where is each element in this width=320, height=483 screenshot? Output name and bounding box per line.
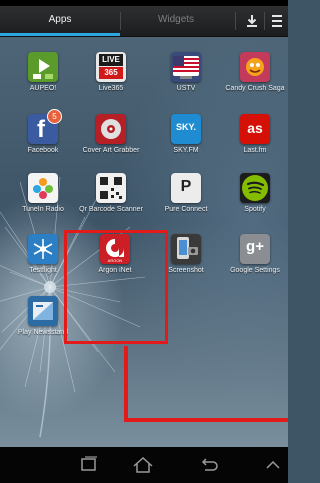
back-icon xyxy=(201,458,218,471)
app-label: AUPEO! xyxy=(29,85,57,92)
chevron-up-icon xyxy=(266,460,280,469)
active-tab-indicator xyxy=(0,33,120,36)
skyfm-icon: SKY. xyxy=(171,114,201,144)
spotify-icon xyxy=(240,173,270,203)
live365-logo-top: LIVE xyxy=(99,54,123,66)
app-label: SKY.FM xyxy=(173,147,199,154)
skyfm-logo: SKY. xyxy=(175,122,196,132)
lastfm-logo: as xyxy=(247,120,263,136)
testflight-icon xyxy=(28,234,58,264)
app-label: Live365 xyxy=(98,85,124,92)
candy-crush-icon xyxy=(240,52,270,82)
app-label: Cover Art Grabber xyxy=(82,147,140,154)
expand-button[interactable] xyxy=(258,453,288,477)
highlight-box xyxy=(64,230,168,344)
screenshot-icon xyxy=(171,234,201,264)
app-pure-connect[interactable]: P Pure Connect xyxy=(153,173,219,214)
menu-icon xyxy=(272,15,282,27)
app-google-settings[interactable]: g+ Google Settings xyxy=(222,234,288,275)
app-label: USTV xyxy=(176,85,196,92)
app-skyfm[interactable]: SKY. SKY.FM xyxy=(153,114,219,155)
facebook-icon: f 5 xyxy=(28,109,62,144)
app-facebook[interactable]: f 5 Facebook xyxy=(10,109,76,155)
app-aupeo[interactable]: AUPEO! xyxy=(10,52,76,93)
notification-badge: 5 xyxy=(47,109,62,124)
recent-apps-button[interactable] xyxy=(74,453,104,477)
menu-button[interactable] xyxy=(266,6,288,36)
app-cover-art-grabber[interactable]: Cover Art Grabber xyxy=(78,114,144,155)
play-newsstand-icon xyxy=(28,296,58,326)
app-label: Facebook xyxy=(27,147,59,154)
app-label: Google Settings xyxy=(230,267,280,274)
lastfm-icon: as xyxy=(240,114,270,144)
app-label: Qr Barcode Scanner xyxy=(79,206,143,213)
tab-apps[interactable]: Apps xyxy=(0,6,120,36)
ustv-icon xyxy=(171,52,201,82)
app-label: TuneIn Radio xyxy=(22,206,64,213)
tab-divider xyxy=(235,12,236,30)
home-icon xyxy=(133,456,153,473)
tab-bar: Apps Widgets xyxy=(0,6,288,37)
google-settings-icon: g+ xyxy=(240,234,270,264)
home-button[interactable] xyxy=(128,453,158,477)
pure-connect-icon: P xyxy=(171,173,201,203)
tab-divider xyxy=(264,12,265,30)
highlight-connector-vertical xyxy=(124,346,128,422)
live365-logo-bottom: 365 xyxy=(99,67,123,79)
app-label: Candy Crush Saga xyxy=(225,85,285,92)
app-spotify[interactable]: Spotify xyxy=(222,173,288,214)
tab-apps-label: Apps xyxy=(48,14,72,25)
tab-widgets[interactable]: Widgets xyxy=(121,6,231,36)
app-lastfm[interactable]: as Last.fm xyxy=(222,114,288,155)
qr-scanner-icon xyxy=(96,173,126,203)
back-button[interactable] xyxy=(194,453,224,477)
highlight-connector-horizontal xyxy=(124,418,288,422)
app-candy-crush[interactable]: Candy Crush Saga xyxy=(222,52,288,93)
app-label: Spotify xyxy=(244,206,266,213)
live365-icon: LIVE 365 xyxy=(96,52,126,82)
navigation-bar xyxy=(0,447,288,483)
app-live365[interactable]: LIVE 365 Live365 xyxy=(78,52,144,93)
recent-apps-icon xyxy=(81,456,97,471)
tab-widgets-label: Widgets xyxy=(157,14,195,25)
cover-art-icon xyxy=(96,114,126,144)
app-tunein-radio[interactable]: TuneIn Radio xyxy=(10,173,76,214)
app-label: Pure Connect xyxy=(164,206,208,213)
app-label: Last.fm xyxy=(243,147,267,154)
google-settings-logo: g+ xyxy=(246,238,264,255)
tunein-icon xyxy=(28,173,58,203)
page-indicator xyxy=(134,439,178,452)
aupeo-icon xyxy=(28,52,58,82)
app-ustv[interactable]: USTV xyxy=(153,52,219,93)
download-button[interactable] xyxy=(241,6,263,36)
app-qr-barcode-scanner[interactable]: Qr Barcode Scanner xyxy=(78,173,144,214)
pure-logo: P xyxy=(180,178,192,195)
download-icon xyxy=(247,15,257,27)
